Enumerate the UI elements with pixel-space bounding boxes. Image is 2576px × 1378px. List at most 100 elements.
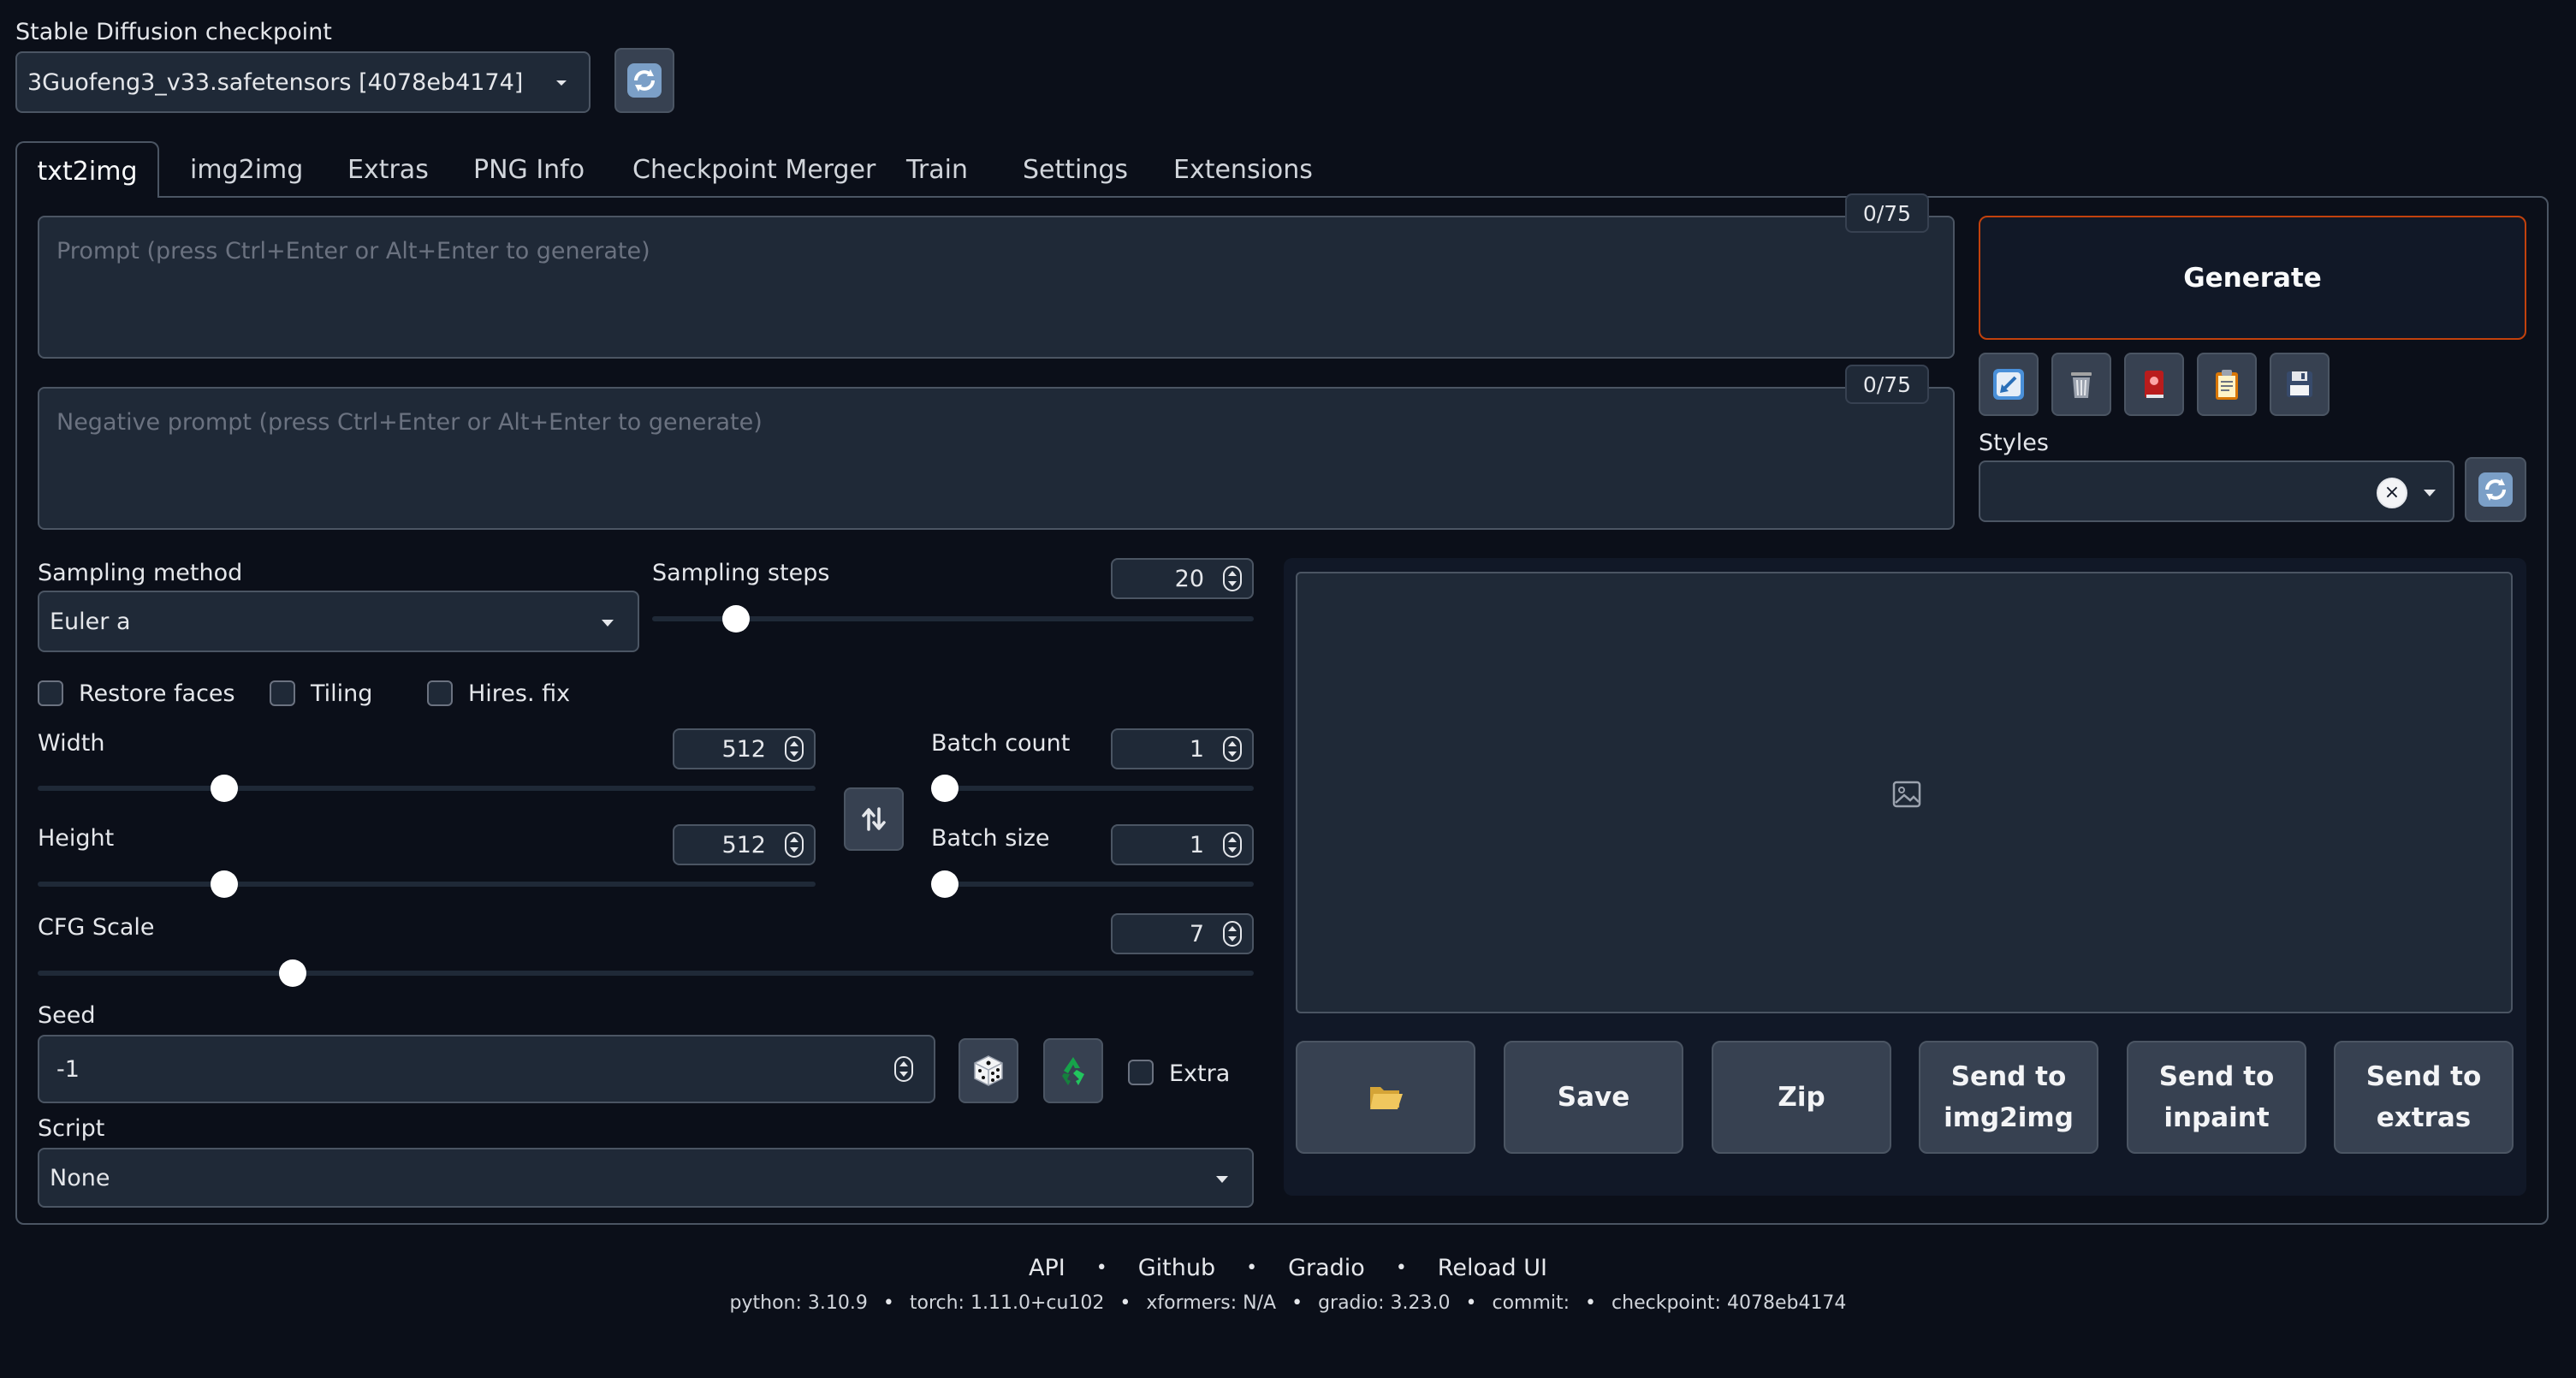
tab-extras[interactable]: Extras [347, 155, 429, 185]
batch-count-value: 1 [1189, 735, 1204, 763]
prompt-textarea[interactable]: Prompt (press Ctrl+Enter or Alt+Enter to… [38, 216, 1955, 359]
height-value: 512 [721, 831, 766, 858]
cfg-scale-slider-track[interactable] [38, 971, 1254, 976]
read-params-button[interactable] [1979, 353, 2039, 416]
spinner-icon[interactable] [894, 1056, 913, 1082]
sampling-steps-input[interactable]: 20 [1111, 558, 1254, 599]
sampling-method-select[interactable]: Euler a [38, 591, 639, 652]
clear-prompt-button[interactable] [2051, 353, 2111, 416]
send-to-inpaint-button[interactable]: Send to inpaint [2127, 1041, 2306, 1154]
chevron-down-icon [556, 80, 567, 86]
checkpoint-select[interactable]: 3Guofeng3_v33.safetensors [4078eb4174] [15, 51, 591, 113]
footer-link-reload-ui[interactable]: Reload UI [1438, 1255, 1547, 1281]
random-seed-button[interactable] [959, 1038, 1018, 1103]
batch-count-input[interactable]: 1 [1111, 728, 1254, 769]
width-value: 512 [721, 735, 766, 763]
batch-count-label: Batch count [931, 730, 1071, 757]
tab-img2img[interactable]: img2img [190, 155, 303, 185]
cfg-scale-value: 7 [1189, 920, 1204, 947]
tab-checkpoint-merger[interactable]: Checkpoint Merger [632, 155, 875, 185]
footer-link-api[interactable]: API [1029, 1255, 1065, 1281]
image-placeholder-icon [1892, 781, 1921, 808]
seed-extra-checkbox[interactable] [1128, 1060, 1154, 1085]
footer-separator: • [1246, 1257, 1258, 1279]
python-version: python: 3.10.9 [729, 1292, 868, 1314]
width-slider-track[interactable] [38, 786, 816, 791]
tab-train[interactable]: Train [906, 155, 968, 185]
seed-value: -1 [56, 1055, 80, 1083]
swap-dimensions-button[interactable] [844, 787, 904, 851]
zip-button[interactable]: Zip [1712, 1041, 1891, 1154]
spinner-icon[interactable] [1223, 566, 1242, 591]
seed-input[interactable]: -1 [38, 1035, 935, 1103]
script-label: Script [38, 1115, 105, 1142]
reuse-seed-button[interactable] [1043, 1038, 1103, 1103]
clipboard-icon [2216, 370, 2238, 400]
footer-links: API • Github • Gradio • Reload UI [0, 1255, 2576, 1281]
spinner-icon[interactable] [1223, 736, 1242, 762]
footer-link-github[interactable]: Github [1138, 1255, 1215, 1281]
open-folder-button[interactable] [1296, 1041, 1475, 1154]
restore-faces-checkbox[interactable] [38, 680, 63, 706]
generate-button[interactable]: Generate [1979, 216, 2526, 340]
batch-size-slider-thumb[interactable] [931, 870, 959, 898]
gradio-version: gradio: 3.23.0 [1318, 1292, 1451, 1314]
save-style-button[interactable] [2270, 353, 2330, 416]
tab-png-info[interactable]: PNG Info [473, 155, 585, 185]
refresh-icon [627, 63, 662, 98]
hires-fix-checkbox[interactable] [427, 680, 453, 706]
sampling-steps-value: 20 [1174, 565, 1204, 592]
footer-separator: • [1395, 1257, 1407, 1279]
checkpoint-label: Stable Diffusion checkpoint [15, 19, 332, 45]
send-to-img2img-line2: img2img [1944, 1102, 2074, 1133]
chevron-down-icon [2424, 490, 2436, 496]
batch-size-slider-track[interactable] [931, 882, 1254, 887]
footer-separator: • [882, 1292, 894, 1314]
tab-txt2img[interactable]: txt2img [15, 141, 159, 198]
tab-label: txt2img [37, 157, 138, 187]
batch-size-value: 1 [1189, 831, 1204, 858]
width-input[interactable]: 512 [673, 728, 816, 769]
send-to-img2img-button[interactable]: Send to img2img [1919, 1041, 2098, 1154]
batch-count-slider-track[interactable] [931, 786, 1254, 791]
script-value: None [50, 1164, 110, 1191]
script-select[interactable]: None [38, 1148, 1254, 1208]
chevron-down-icon [1216, 1176, 1228, 1183]
send-to-extras-button[interactable]: Send to extras [2334, 1041, 2514, 1154]
refresh-icon [2478, 472, 2513, 507]
spinner-icon[interactable] [1223, 832, 1242, 858]
show-extra-networks-button[interactable] [2124, 353, 2184, 416]
width-slider-thumb[interactable] [211, 775, 239, 802]
send-to-inpaint-line1: Send to [2158, 1061, 2275, 1092]
save-button[interactable]: Save [1504, 1041, 1683, 1154]
styles-refresh-button[interactable] [2465, 457, 2526, 522]
xformers-version: xformers: N/A [1146, 1292, 1277, 1314]
height-slider-track[interactable] [38, 882, 816, 887]
styles-dropdown[interactable]: × [1979, 460, 2454, 522]
tab-settings[interactable]: Settings [1023, 155, 1128, 185]
spinner-icon[interactable] [1223, 921, 1242, 947]
spinner-icon[interactable] [785, 736, 804, 762]
batch-size-input[interactable]: 1 [1111, 824, 1254, 865]
send-to-extras-line2: extras [2376, 1102, 2472, 1133]
folder-icon [1370, 1087, 1403, 1109]
swap-arrows-icon [862, 807, 886, 831]
height-input[interactable]: 512 [673, 824, 816, 865]
batch-count-slider-thumb[interactable] [931, 775, 959, 802]
styles-label: Styles [1979, 430, 2049, 456]
tab-extensions[interactable]: Extensions [1173, 155, 1313, 185]
floppy-disk-icon [2287, 371, 2312, 397]
height-label: Height [38, 825, 115, 852]
height-slider-thumb[interactable] [211, 870, 239, 898]
footer-separator: • [1465, 1292, 1477, 1314]
tiling-checkbox[interactable] [270, 680, 295, 706]
footer-separator: • [1095, 1257, 1107, 1279]
clear-icon[interactable]: × [2377, 478, 2407, 508]
spinner-icon[interactable] [785, 832, 804, 858]
dice-icon [974, 1055, 1003, 1086]
cfg-scale-input[interactable]: 7 [1111, 913, 1254, 954]
checkpoint-refresh-button[interactable] [614, 48, 674, 113]
negative-prompt-textarea[interactable]: Negative prompt (press Ctrl+Enter or Alt… [38, 387, 1955, 530]
footer-link-gradio[interactable]: Gradio [1288, 1255, 1365, 1281]
apply-style-button[interactable] [2197, 353, 2257, 416]
